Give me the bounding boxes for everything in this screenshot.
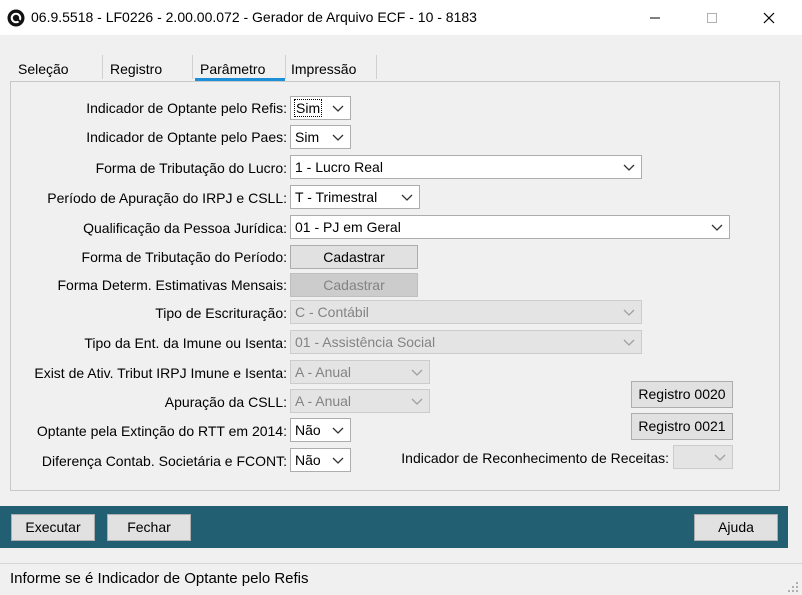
- tipo-escrituracao-label: Tipo de Escrituração:: [155, 305, 287, 321]
- tipo-escrituracao-select[interactable]: C - Contábil: [290, 300, 642, 324]
- chevron-down-icon: [623, 164, 635, 171]
- qualificacao-value: 01 - PJ em Geral: [295, 219, 401, 235]
- exist-ativ-label: Exist de Ativ. Tribut IRPJ Imune e Isent…: [34, 365, 287, 381]
- tab-impressao[interactable]: Impressão: [291, 60, 356, 82]
- maximize-button[interactable]: [689, 0, 735, 35]
- paes-label: Indicador de Optante pelo Paes:: [86, 129, 287, 145]
- diferenca-contab-select[interactable]: Não: [290, 448, 351, 472]
- periodo-apuracao-select[interactable]: T - Trimestral: [290, 185, 420, 209]
- chevron-down-icon: [411, 369, 423, 376]
- minimize-button[interactable]: [632, 0, 678, 35]
- diferenca-contab-label: Diferença Contab. Societária e FCONT:: [41, 453, 287, 469]
- chevron-down-icon: [401, 194, 413, 201]
- extincao-rtt-label: Optante pela Extinção do RTT em 2014:: [36, 423, 287, 439]
- tipo-escrituracao-value: C - Contábil: [295, 304, 369, 320]
- refis-value: Sim: [293, 99, 323, 117]
- tributacao-lucro-label: Forma de Tributação do Lucro:: [95, 160, 287, 176]
- chevron-down-icon: [623, 309, 635, 316]
- registro-0021-button[interactable]: Registro 0021: [631, 413, 733, 440]
- tipo-ent-imune-value: 01 - Assistência Social: [295, 334, 436, 350]
- tab-separator: [192, 55, 193, 79]
- chevron-down-icon: [623, 339, 635, 346]
- chevron-down-icon: [714, 454, 726, 461]
- close-button[interactable]: [746, 0, 792, 35]
- apuracao-csll-select[interactable]: A - Anual: [290, 389, 430, 413]
- resize-grip-icon[interactable]: [786, 580, 800, 594]
- tributacao-lucro-select[interactable]: 1 - Lucro Real: [290, 155, 642, 179]
- chevron-down-icon: [411, 398, 423, 405]
- qualificacao-select[interactable]: 01 - PJ em Geral: [290, 215, 730, 239]
- refis-select[interactable]: Sim: [290, 96, 351, 120]
- maximize-icon: [707, 12, 717, 23]
- cadastrar-tributacao-periodo-button[interactable]: Cadastrar: [290, 245, 418, 269]
- reconhecimento-receitas-label: Indicador de Reconhecimento de Receitas:: [401, 450, 669, 466]
- refis-label: Indicador de Optante pelo Refis:: [86, 100, 287, 116]
- chevron-down-icon: [711, 224, 723, 231]
- chevron-down-icon: [332, 427, 344, 434]
- tipo-ent-imune-select[interactable]: 01 - Assistência Social: [290, 330, 642, 354]
- tab-selecao[interactable]: Seleção: [18, 60, 69, 82]
- periodo-apuracao-label: Período de Apuração do IRPJ e CSLL:: [47, 190, 287, 206]
- tab-separator: [285, 55, 286, 79]
- executar-button[interactable]: Executar: [11, 514, 95, 541]
- exist-ativ-value: A - Anual: [295, 364, 352, 380]
- tab-registro[interactable]: Registro: [110, 60, 162, 82]
- vertical-scrollbar[interactable]: [788, 35, 802, 563]
- estimativas-mensais-label: Forma Determ. Estimativas Mensais:: [57, 277, 288, 293]
- qualificacao-label: Qualificação da Pessoa Jurídica:: [83, 220, 287, 236]
- close-icon: [763, 12, 775, 23]
- app-logo-icon: [7, 9, 25, 27]
- registro-0020-button[interactable]: Registro 0020: [631, 381, 733, 408]
- minimize-icon: [650, 17, 660, 18]
- tab-separator: [376, 55, 377, 79]
- tab-separator: [102, 55, 103, 79]
- chevron-down-icon: [332, 105, 344, 112]
- tributacao-periodo-label: Forma de Tributação do Período:: [81, 249, 287, 265]
- tipo-ent-imune-label: Tipo da Ent. da Imune ou Isenta:: [84, 335, 287, 351]
- tributacao-lucro-value: 1 - Lucro Real: [295, 159, 383, 175]
- ajuda-button[interactable]: Ajuda: [694, 514, 778, 541]
- extincao-rtt-select[interactable]: Não: [290, 418, 351, 442]
- diferenca-contab-value: Não: [295, 452, 321, 468]
- paes-value: Sim: [295, 129, 320, 145]
- exist-ativ-select[interactable]: A - Anual: [290, 360, 430, 384]
- window-title: 06.9.5518 - LF0226 - 2.00.00.072 - Gerad…: [31, 9, 477, 25]
- periodo-apuracao-value: T - Trimestral: [295, 189, 378, 205]
- status-text: Informe se é Indicador de Optante pelo R…: [10, 570, 309, 587]
- reconhecimento-receitas-select[interactable]: [673, 445, 733, 469]
- chevron-down-icon: [332, 457, 344, 464]
- apuracao-csll-label: Apuração da CSLL:: [164, 394, 287, 410]
- extincao-rtt-value: Não: [295, 422, 321, 438]
- paes-select[interactable]: Sim: [290, 125, 351, 149]
- cadastrar-estimativas-mensais-button[interactable]: Cadastrar: [290, 273, 418, 297]
- chevron-down-icon: [332, 134, 344, 141]
- apuracao-csll-value: A - Anual: [295, 393, 352, 409]
- fechar-button[interactable]: Fechar: [107, 514, 191, 541]
